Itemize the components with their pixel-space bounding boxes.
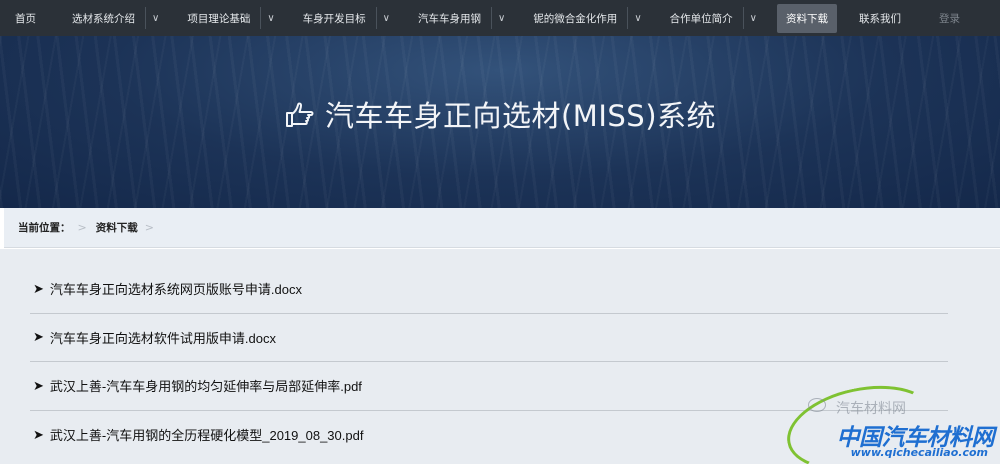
top-nav: 首页 选材系统介绍 ∨ 项目理论基础 ∨ 车身开发目标 ∨ 汽车车身用钢 ∨ 铌…: [0, 0, 1000, 36]
nav-item-label: 选材系统介绍: [72, 12, 135, 25]
nav-item-home[interactable]: 首页: [0, 0, 58, 36]
list-item: ➤ 汽车车身正向选材软件试用版申请.docx: [30, 314, 948, 362]
nav-item-downloads[interactable]: 资料下载: [776, 3, 837, 33]
nav-item-dev-targets[interactable]: 车身开发目标 ∨: [289, 0, 404, 36]
nav-item-label: 资料下载: [785, 12, 828, 25]
file-link[interactable]: 汽车车身正向选材软件试用版申请.docx: [50, 328, 276, 347]
chevron-right-icon: >: [144, 221, 154, 234]
nav-item-label: 联系我们: [858, 12, 901, 25]
list-item: ➤ 汽车车身正向选材系统网页版账号申请.docx: [30, 265, 948, 314]
nav-item-partners[interactable]: 合作单位简介 ∨: [656, 0, 771, 36]
chevron-down-icon[interactable]: ∨: [375, 7, 390, 29]
file-link[interactable]: 汽车车身正向选材系统网页版账号申请.docx: [50, 279, 302, 298]
breadcrumb-label: 当前位置：: [18, 222, 71, 234]
arrow-right-icon: ➤: [33, 280, 44, 296]
chevron-right-icon: >: [77, 221, 87, 234]
file-list: ➤ 汽车车身正向选材系统网页版账号申请.docx ➤ 汽车车身正向选材软件试用版…: [0, 249, 1000, 464]
hero-title-text: 汽车车身正向选材(MISS)系统: [324, 99, 717, 133]
page-title: 汽车车身正向选材(MISS)系统: [284, 93, 716, 135]
nav-item-niobium[interactable]: 铌的微合金化作用 ∨: [519, 0, 655, 36]
chevron-down-icon[interactable]: ∨: [260, 7, 275, 29]
file-link[interactable]: 武汉上善-汽车车身用钢的均匀延伸率与局部延伸率.pdf: [50, 376, 362, 395]
chevron-down-icon[interactable]: ∨: [145, 7, 159, 29]
chevron-down-icon[interactable]: ∨: [627, 7, 642, 29]
list-item: ➤ 武汉上善-汽车用钢的全历程硬化模型_2019_08_30.pdf: [30, 411, 948, 460]
nav-item-theory[interactable]: 项目理论基础 ∨: [173, 0, 288, 36]
arrow-right-icon: ➤: [33, 377, 44, 393]
hero-banner: 汽车车身正向选材(MISS)系统: [0, 36, 1000, 208]
list-item: ➤ 武汉上善-汽车车身用钢的均匀延伸率与局部延伸率.pdf: [30, 362, 948, 411]
nav-item-label: 项目理论基础: [187, 12, 251, 25]
nav-item-label: 合作单位简介: [669, 12, 733, 25]
nav-item-system-intro[interactable]: 选材系统介绍 ∨: [58, 0, 173, 36]
file-link[interactable]: 武汉上善-汽车用钢的全历程硬化模型_2019_08_30.pdf: [50, 425, 364, 444]
arrow-right-icon: ➤: [33, 426, 44, 442]
breadcrumb-item-downloads[interactable]: 资料下载: [96, 220, 138, 235]
nav-item-label: 车身开发目标: [302, 12, 366, 25]
breadcrumb: 当前位置： > 资料下载 >: [4, 208, 1000, 248]
nav-item-label: 汽车车身用钢: [417, 12, 481, 25]
chevron-down-icon[interactable]: ∨: [742, 7, 757, 29]
chevron-down-icon[interactable]: ∨: [490, 7, 505, 29]
pointing-hand-icon: [285, 102, 314, 127]
login-link[interactable]: 登录: [939, 0, 960, 36]
nav-item-label: 铌的微合金化作用: [533, 12, 618, 25]
nav-item-label: 首页: [15, 12, 36, 25]
arrow-right-icon: ➤: [33, 329, 44, 345]
nav-item-contact[interactable]: 联系我们: [845, 0, 915, 36]
nav-item-body-steel[interactable]: 汽车车身用钢 ∨: [404, 0, 519, 36]
file-list-inner: ➤ 汽车车身正向选材系统网页版账号申请.docx ➤ 汽车车身正向选材软件试用版…: [30, 265, 948, 459]
